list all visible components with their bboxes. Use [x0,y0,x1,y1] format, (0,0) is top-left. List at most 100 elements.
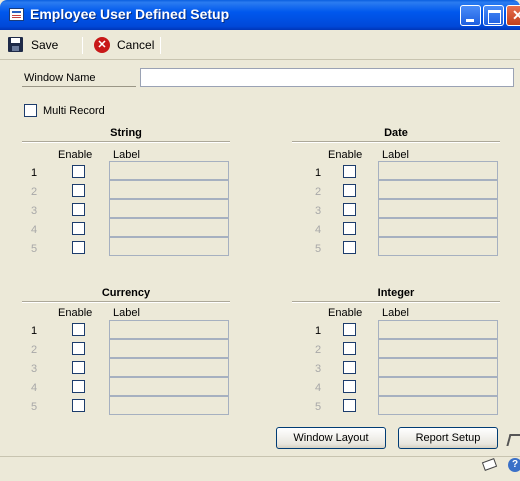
date-label-field[interactable] [378,199,498,218]
date-label-field[interactable] [378,180,498,199]
integer-label-field[interactable] [378,358,498,377]
integer-enable-checkbox[interactable] [343,342,356,355]
row-number: 3 [314,205,322,217]
row-number: 5 [314,401,322,413]
toolbar-separator [160,37,161,54]
help-icon[interactable]: ? [508,458,520,472]
row-number: 4 [30,224,38,236]
currency-enable-checkbox[interactable] [72,342,85,355]
integer-label-field[interactable] [378,396,498,415]
string-label-field[interactable] [109,199,229,218]
section-divider [22,141,230,143]
date-label-field[interactable] [378,237,498,256]
currency-label-field[interactable] [109,377,229,396]
label-column-header: Label [113,149,140,161]
cancel-x-icon: ✕ [94,37,110,53]
string-enable-checkbox[interactable] [72,165,85,178]
row-number: 5 [314,243,322,255]
cancel-label: Cancel [117,38,155,52]
row-number: 3 [314,363,322,375]
currency-enable-checkbox[interactable] [72,399,85,412]
integer-enable-checkbox[interactable] [343,361,356,374]
string-enable-checkbox[interactable] [72,222,85,235]
row-number: 3 [30,363,38,375]
window-title: Employee User Defined Setup [30,6,230,22]
toolbar-separator [82,37,83,54]
floppy-disk-icon [8,37,23,52]
row-number: 1 [30,325,38,337]
section-divider [292,141,500,143]
resize-grip-icon[interactable] [506,434,520,446]
date-enable-checkbox[interactable] [343,184,356,197]
date-section-title: Date [384,127,408,139]
enable-column-header: Enable [58,149,93,161]
integer-label-field[interactable] [378,377,498,396]
save-button[interactable]: Save [8,37,58,52]
string-enable-checkbox[interactable] [72,184,85,197]
string-label-field[interactable] [109,180,229,199]
date-label-field[interactable] [378,161,498,180]
enable-column-header: Enable [328,307,363,319]
section-divider [292,301,500,303]
enable-column-header: Enable [328,149,363,161]
integer-enable-checkbox[interactable] [343,323,356,336]
string-label-field[interactable] [109,161,229,180]
currency-enable-checkbox[interactable] [72,380,85,393]
window-name-label: Window Name [24,72,96,84]
close-button[interactable]: ✕ [506,5,520,26]
currency-section-title: Currency [101,287,151,299]
row-number: 2 [314,344,322,356]
minimize-button[interactable] [460,5,481,26]
section-divider [22,301,230,303]
integer-enable-checkbox[interactable] [343,380,356,393]
currency-enable-checkbox[interactable] [72,361,85,374]
row-number: 1 [314,167,322,179]
enable-column-header: Enable [58,307,93,319]
date-label-field[interactable] [378,218,498,237]
integer-label-field[interactable] [378,339,498,358]
row-number: 2 [30,344,38,356]
row-number: 4 [314,382,322,394]
currency-label-field[interactable] [109,320,229,339]
integer-label-field[interactable] [378,320,498,339]
row-number: 3 [30,205,38,217]
row-number: 1 [314,325,322,337]
integer-enable-checkbox[interactable] [343,399,356,412]
row-number: 4 [314,224,322,236]
date-enable-checkbox[interactable] [343,203,356,216]
row-number: 1 [30,167,38,179]
label-column-header: Label [113,307,140,319]
row-number: 5 [30,401,38,413]
label-column-header: Label [382,149,409,161]
close-icon: ✕ [512,7,520,23]
status-bar [0,456,520,481]
label-column-header: Label [382,307,409,319]
currency-label-field[interactable] [109,396,229,415]
currency-enable-checkbox[interactable] [72,323,85,336]
currency-label-field[interactable] [109,358,229,377]
currency-label-field[interactable] [109,339,229,358]
window-app-icon[interactable] [9,8,24,21]
date-enable-checkbox[interactable] [343,165,356,178]
row-number: 2 [30,186,38,198]
string-enable-checkbox[interactable] [72,203,85,216]
string-label-field[interactable] [109,237,229,256]
multi-record-checkbox[interactable] [24,104,37,117]
row-number: 5 [30,243,38,255]
save-label: Save [31,37,59,52]
title-bar: Employee User Defined Setup ✕ [0,0,520,30]
multi-record-label: Multi Record [43,105,105,117]
row-number: 4 [30,382,38,394]
cancel-button[interactable]: ✕ Cancel [94,37,154,53]
window-layout-button[interactable]: Window Layout [276,427,386,449]
date-enable-checkbox[interactable] [343,241,356,254]
maximize-button[interactable] [483,5,504,26]
string-section-title: String [110,127,142,139]
window-name-input[interactable] [140,68,514,87]
string-label-field[interactable] [109,218,229,237]
string-enable-checkbox[interactable] [72,241,85,254]
window-name-label-underline [22,86,136,87]
date-enable-checkbox[interactable] [343,222,356,235]
row-number: 2 [314,186,322,198]
report-setup-button[interactable]: Report Setup [398,427,498,449]
